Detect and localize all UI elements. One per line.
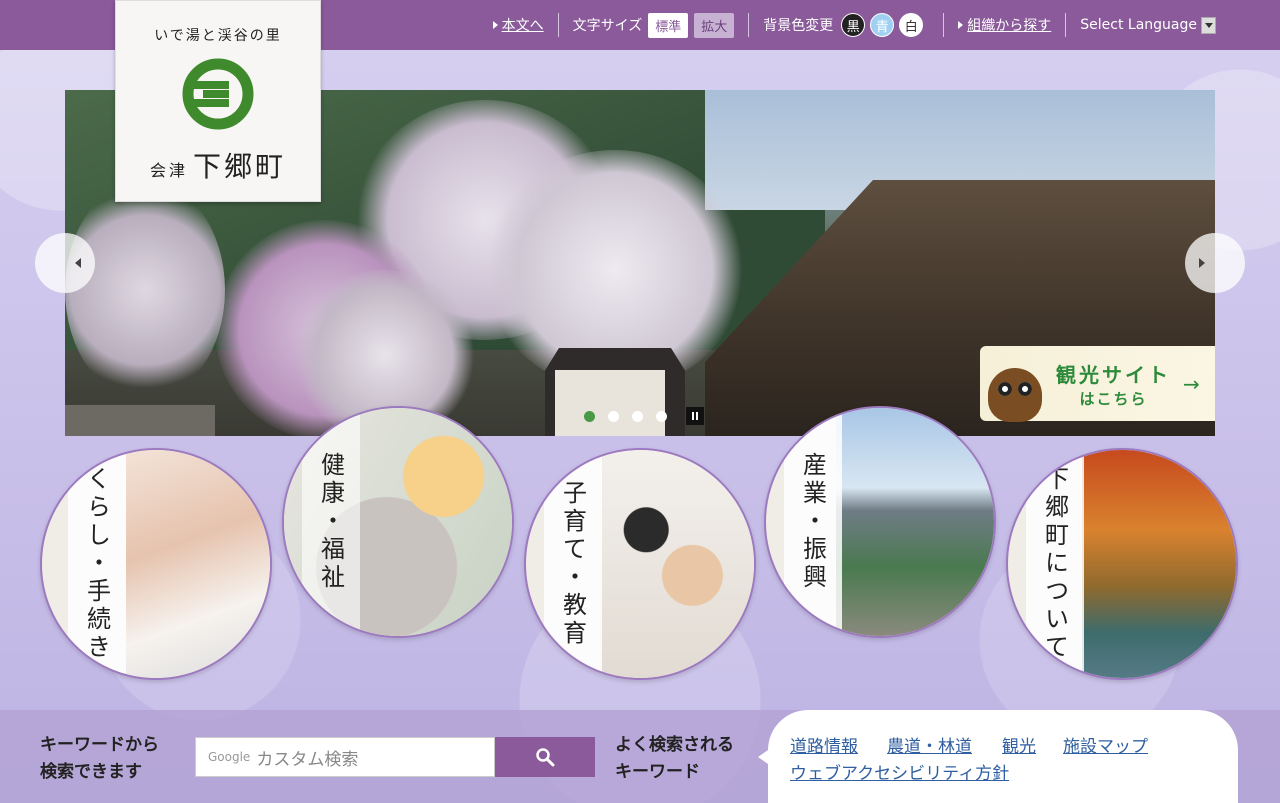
arrow-right-icon — [958, 21, 964, 29]
category-label: 下郷町について — [1026, 450, 1084, 678]
category-childcare[interactable]: 子育て・教育 — [524, 448, 756, 680]
org-search-link[interactable]: 組織から探す — [958, 15, 1051, 35]
search-button[interactable] — [495, 737, 595, 777]
search-input[interactable]: Google カスタム検索 — [195, 737, 495, 777]
tourism-site-banner[interactable]: 観光サイト はこちら → — [980, 346, 1215, 422]
logo-name: 会津 下郷町 — [116, 145, 320, 185]
hero-image-tree — [65, 180, 225, 400]
category-photo — [836, 408, 994, 636]
search-label-line1: キーワードから — [40, 735, 159, 755]
logo-tagline: いで湯と渓谷の里 — [154, 28, 282, 44]
hero-image-wall — [555, 370, 665, 436]
category-health[interactable]: 健康・福祉 — [282, 406, 514, 638]
slider-pause-button[interactable] — [686, 407, 704, 425]
bg-black-button[interactable]: 黒 — [841, 13, 866, 37]
divider — [943, 13, 945, 37]
google-logo: Google — [208, 750, 251, 764]
search-label: キーワードから 検索できます — [40, 732, 159, 786]
slider-dot[interactable] — [608, 410, 619, 422]
bg-white-button[interactable]: 白 — [899, 13, 924, 37]
keyword-link[interactable]: 施設マップ — [1063, 732, 1148, 757]
tourism-text: 観光サイト はこちら — [1056, 359, 1171, 409]
keyword-link[interactable]: 観光 — [1002, 732, 1036, 757]
keywords-label-line1: よく検索される — [615, 735, 734, 755]
logo-name-small: 会津 — [149, 161, 188, 180]
skip-to-content-link[interactable]: 本文へ — [492, 15, 544, 35]
category-photo — [1082, 450, 1236, 678]
pause-icon — [692, 412, 694, 420]
text-size-label: 文字サイズ — [572, 18, 643, 34]
popular-keywords-label: よく検索される キーワード — [615, 732, 734, 786]
keyword-link[interactable]: ウェブアクセシビリティ方針 — [790, 759, 1009, 784]
bg-color-label: 背景色変更 — [763, 18, 834, 34]
category-label: 子育て・教育 — [544, 450, 602, 678]
category-about-town[interactable]: 下郷町について — [1006, 448, 1238, 680]
keyword-link[interactable]: 農道・林道 — [887, 732, 972, 757]
bg-blue-button[interactable]: 青 — [870, 13, 895, 37]
hero-image-track — [65, 405, 215, 436]
search-icon — [536, 748, 555, 767]
search-placeholder: カスタム検索 — [256, 749, 359, 770]
chevron-down-icon — [1201, 16, 1216, 34]
language-select-label: Select Language — [1080, 17, 1197, 33]
slider-dot[interactable] — [584, 410, 595, 422]
language-select[interactable]: Select Language — [1080, 16, 1216, 34]
slider-next-button[interactable] — [1185, 233, 1245, 293]
skip-link-label: 本文へ — [501, 18, 544, 34]
category-industry[interactable]: 産業・振興 — [764, 406, 996, 638]
search-label-line2: 検索できます — [40, 762, 142, 782]
slider-dot[interactable] — [656, 410, 667, 422]
keyword-link[interactable]: 道路情報 — [790, 732, 858, 757]
category-photo — [126, 450, 270, 678]
category-label: くらし・手続き — [68, 450, 126, 678]
keywords-label-line2: キーワード — [615, 762, 700, 782]
tourism-line1: 観光サイト — [1056, 362, 1171, 387]
org-search-label: 組織から探す — [967, 18, 1052, 34]
site-logo[interactable]: いで湯と渓谷の里 会津 下郷町 — [115, 0, 321, 202]
slider-prev-button[interactable] — [35, 233, 95, 293]
divider — [557, 13, 559, 37]
text-size-large-button[interactable]: 拡大 — [694, 12, 735, 38]
logo-name-large: 下郷町 — [193, 150, 287, 183]
arrow-right-icon — [1199, 258, 1205, 268]
town-emblem-icon — [182, 58, 254, 130]
tourism-line2: はこちら — [1079, 389, 1148, 408]
pause-icon — [696, 412, 698, 420]
category-photo — [600, 450, 754, 678]
arrow-right-icon — [492, 21, 498, 29]
category-living[interactable]: くらし・手続き — [40, 448, 272, 680]
text-size-standard-button[interactable]: 標準 — [648, 12, 689, 38]
mascot-icon — [988, 367, 1042, 422]
divider — [1065, 13, 1067, 37]
category-label: 産業・振興 — [784, 408, 842, 636]
arrow-right-icon: → — [1183, 371, 1200, 396]
slider-dot[interactable] — [632, 410, 643, 422]
arrow-left-icon — [75, 258, 81, 268]
divider — [748, 13, 750, 37]
category-label: 健康・福祉 — [302, 408, 360, 636]
slider-dots — [584, 407, 704, 425]
